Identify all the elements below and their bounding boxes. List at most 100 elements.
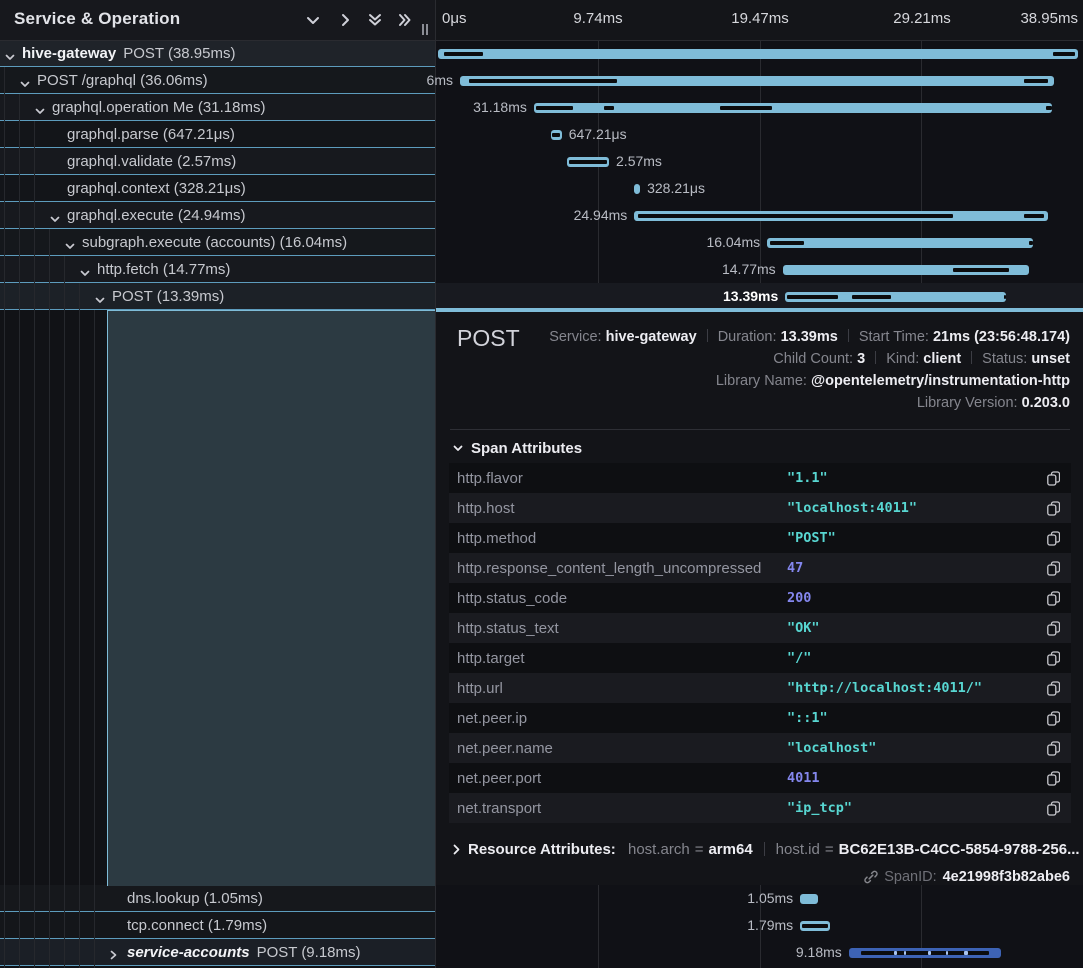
chevron-down-icon[interactable] [5,48,16,59]
copy-icon[interactable] [1045,590,1061,606]
copy-icon[interactable] [1045,620,1061,636]
expand-all-icon[interactable] [395,11,415,29]
span-id-row: SpanID: 4e21998f3b82abe6 [864,869,1070,885]
child-span-marker [1024,79,1048,83]
attribute-row: http.host"localhost:4011" [449,493,1071,523]
span-row[interactable]: http.fetch (14.77ms) [0,256,435,283]
span-duration-bar[interactable] [800,894,818,904]
copy-icon[interactable] [1045,800,1061,816]
span-duration-bar[interactable] [460,76,1054,86]
span-operation-label: graphql.parse (647.21μs) [67,126,235,143]
timeline-row: 24.94ms [436,202,1083,229]
child-span-marker [444,52,482,56]
span-row[interactable]: tcp.connect (1.79ms) [0,912,435,939]
meta-value: 3 [857,351,865,367]
span-operation-label: graphql.context (328.21μs) [67,180,246,197]
span-row[interactable]: graphql.context (328.21μs) [0,175,435,202]
span-operation-label: graphql.execute (24.94ms) [67,207,245,224]
span-duration-label: 328.21μs [647,180,705,196]
copy-icon[interactable] [1045,770,1061,786]
copy-icon[interactable] [1045,530,1061,546]
child-span-marker [770,241,805,245]
resource-key: host.id [776,841,820,858]
span-duration-bar[interactable] [634,184,640,194]
span-row[interactable]: service-accountsPOST (9.18ms) [0,939,435,966]
resource-value: BC62E13B-C4CC-5854-9788-256... [839,841,1080,858]
resource-key: host.arch [628,841,690,858]
span-row[interactable]: POST /graphql (36.06ms) [0,67,435,94]
collapse-one-icon[interactable] [303,11,323,29]
span-row[interactable]: POST (13.39ms) [0,283,435,310]
attribute-row: http.url"http://localhost:4011/" [449,673,1071,703]
span-duration-bar[interactable] [438,49,1078,59]
resource-attributes-toggle[interactable]: Resource Attributes: [468,841,616,858]
child-span-marker [1053,52,1075,56]
detail-divider [450,429,1070,430]
copy-icon[interactable] [1045,560,1061,576]
span-operation-label: POST /graphql (36.06ms) [37,72,208,89]
attribute-value: 4011 [787,770,1045,786]
span-duration-bar[interactable] [534,103,1052,113]
span-operation-label: graphql.operation Me (31.18ms) [52,99,265,116]
attribute-value: "http://localhost:4011/" [787,680,1045,696]
copy-icon[interactable] [1045,470,1061,486]
panel-resize-handle[interactable] [419,22,431,36]
meta-separator [848,329,849,342]
child-span-marker [787,295,838,299]
span-duration-bar[interactable] [783,265,1029,275]
chevron-right-icon[interactable] [110,947,121,958]
child-span-marker [953,268,1010,272]
span-duration-bar[interactable] [785,292,1006,302]
timeline-row [436,40,1083,67]
attribute-key: http.flavor [457,470,787,487]
span-duration-bar[interactable] [849,948,1001,958]
chevron-down-icon[interactable] [95,291,106,302]
chevron-down-icon[interactable] [20,75,31,86]
chevron-down-icon[interactable] [35,102,46,113]
span-id-value: 4e21998f3b82abe6 [943,869,1070,885]
timeline-row: 1.05ms [436,885,1083,912]
span-row[interactable]: subgraph.execute (accounts) (16.04ms) [0,229,435,256]
timeline-panel: 0μs9.74ms19.47ms29.21ms38.95ms 6ms31.18m… [435,0,1083,968]
attribute-value: 200 [787,590,1045,606]
meta-separator [875,351,876,364]
span-duration-bar[interactable] [634,211,1048,221]
timeline-row: 14.77ms [436,256,1083,283]
span-row[interactable]: graphql.operation Me (31.18ms) [0,94,435,121]
chevron-down-icon[interactable] [80,264,91,275]
child-span-marker [720,106,772,110]
span-duration-bar[interactable] [800,921,830,931]
span-row[interactable]: dns.lookup (1.05ms) [0,885,435,912]
timeline-row: 31.18ms [436,94,1083,121]
ruler-tick-label: 38.95ms [1020,10,1078,27]
span-duration-bar[interactable] [767,238,1033,248]
copy-icon[interactable] [1045,710,1061,726]
selected-span-detail-backdrop [107,310,436,886]
meta-label: Status: [982,351,1031,367]
chevron-down-icon[interactable] [65,237,76,248]
span-attributes-toggle[interactable]: Span Attributes [453,440,582,457]
resource-separator [764,842,765,856]
collapse-all-icon[interactable] [365,11,385,29]
copy-icon[interactable] [1045,680,1061,696]
expand-one-icon[interactable] [335,11,355,29]
copy-icon[interactable] [1045,650,1061,666]
attribute-value: 47 [787,560,1045,576]
timeline-ruler: 0μs9.74ms19.47ms29.21ms38.95ms [436,0,1083,41]
span-row[interactable]: hive-gatewayPOST (38.95ms) [0,40,435,67]
copy-icon[interactable] [1045,740,1061,756]
attribute-value: "ip_tcp" [787,800,1045,816]
span-row[interactable]: graphql.parse (647.21μs) [0,121,435,148]
chevron-down-icon[interactable] [50,210,61,221]
meta-label: Library Name: [716,373,811,389]
copy-icon[interactable] [1045,500,1061,516]
attribute-row: net.peer.ip"::1" [449,703,1071,733]
link-icon[interactable] [864,870,878,884]
timeline-row: 647.21μs [436,121,1083,148]
span-row[interactable]: graphql.execute (24.94ms) [0,202,435,229]
attribute-row: http.status_text"OK" [449,613,1071,643]
span-row[interactable]: graphql.validate (2.57ms) [0,148,435,175]
span-duration-bar[interactable] [551,130,562,140]
span-duration-bar[interactable] [567,157,609,167]
span-service-name: hive-gateway [22,45,116,62]
